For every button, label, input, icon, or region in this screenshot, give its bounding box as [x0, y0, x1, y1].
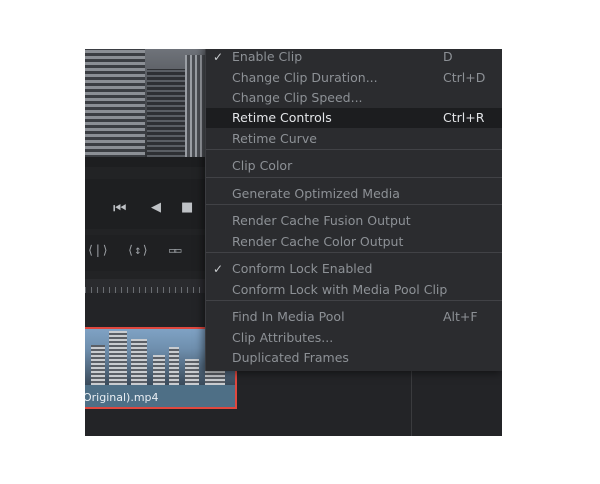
timeline-ruler[interactable] — [85, 279, 215, 293]
thumbnail-tower — [91, 345, 105, 385]
menu-item-change-clip-duration[interactable]: Change Clip Duration... Ctrl+D — [206, 68, 502, 88]
menu-item-label: Render Cache Fusion Output — [232, 213, 411, 228]
menu-separator — [206, 149, 502, 150]
menu-item-render-cache-color-output[interactable]: Render Cache Color Output — [206, 232, 502, 252]
menu-item-find-in-media-pool[interactable]: Find In Media Pool Alt+F — [206, 307, 502, 327]
menu-separator — [206, 252, 502, 253]
menu-item-change-clip-speed[interactable]: Change Clip Speed... — [206, 88, 502, 108]
thumbnail-tower — [109, 331, 127, 385]
menu-item-label: Render Cache Color Output — [232, 234, 404, 249]
trim-edit-icon[interactable]: ⟨|⟩ — [87, 243, 109, 257]
menu-item-label: Clip Color — [232, 158, 293, 173]
check-icon: ✓ — [213, 50, 224, 64]
thumbnail-tower — [169, 347, 179, 385]
viewer-bottom-bar — [85, 157, 215, 167]
transport-bar — [85, 179, 215, 229]
thumbnail-tower — [185, 359, 199, 385]
menu-item-shortcut: Ctrl+R — [443, 110, 485, 125]
menu-item-enable-clip[interactable]: ✓ Enable Clip D — [206, 49, 502, 67]
menu-item-shortcut: Alt+F — [443, 309, 478, 324]
clip-name-label: Original).mp4 — [85, 391, 159, 404]
clip-context-menu: ✓ Enable Clip D Change Clip Duration... … — [205, 49, 502, 371]
menu-item-shortcut: D — [443, 49, 453, 64]
menu-item-label: Change Clip Speed... — [232, 90, 363, 105]
video-viewer — [85, 49, 215, 167]
menu-item-clip-attributes[interactable]: Clip Attributes... — [206, 328, 502, 348]
menu-item-label: Duplicated Frames — [232, 350, 349, 365]
dynamic-trim-icon[interactable]: ⟨↕⟩ — [127, 243, 149, 257]
check-icon: ✓ — [213, 262, 224, 276]
menu-item-retime-controls[interactable]: Retime Controls Ctrl+R — [206, 108, 502, 128]
menu-item-duplicated-frames[interactable]: Duplicated Frames — [206, 348, 502, 368]
menu-item-conform-lock-media-pool[interactable]: Conform Lock with Media Pool Clip — [206, 280, 502, 300]
menu-item-label: Clip Attributes... — [232, 330, 334, 345]
menu-item-label: Conform Lock Enabled — [232, 261, 373, 276]
menu-item-conform-lock-enabled[interactable]: ✓ Conform Lock Enabled — [206, 259, 502, 279]
menu-item-label: Conform Lock with Media Pool Clip — [232, 282, 448, 297]
skip-to-start-icon[interactable]: ⏮ — [113, 199, 127, 217]
menu-item-label: Enable Clip — [232, 49, 303, 64]
menu-item-shortcut: Ctrl+D — [443, 70, 486, 85]
thumbnail-tower — [131, 339, 147, 385]
viewer-frame-building — [147, 69, 187, 167]
snapping-icon[interactable]: ▭▭ — [169, 243, 182, 257]
menu-item-generate-optimized-media[interactable]: Generate Optimized Media — [206, 184, 502, 204]
viewer-frame-building — [85, 49, 145, 167]
menu-item-label: Change Clip Duration... — [232, 70, 378, 85]
menu-separator — [206, 204, 502, 205]
menu-separator — [206, 177, 502, 178]
play-reverse-icon[interactable]: ◀ — [151, 199, 161, 217]
menu-item-render-cache-fusion-output[interactable]: Render Cache Fusion Output — [206, 211, 502, 231]
menu-item-label: Find In Media Pool — [232, 309, 345, 324]
menu-item-retime-curve[interactable]: Retime Curve — [206, 129, 502, 149]
menu-item-clip-color[interactable]: Clip Color — [206, 156, 502, 176]
stop-icon[interactable]: ■ — [181, 199, 193, 217]
menu-separator — [206, 300, 502, 301]
menu-item-label: Retime Controls — [232, 110, 332, 125]
resolve-window: ⏮ ◀ ■ ⟨|⟩ ⟨↕⟩ ▭▭ Original).mp4 ✓ Enable … — [85, 49, 502, 436]
thumbnail-tower — [153, 355, 165, 385]
menu-item-label: Retime Curve — [232, 131, 317, 146]
menu-item-label: Generate Optimized Media — [232, 186, 400, 201]
